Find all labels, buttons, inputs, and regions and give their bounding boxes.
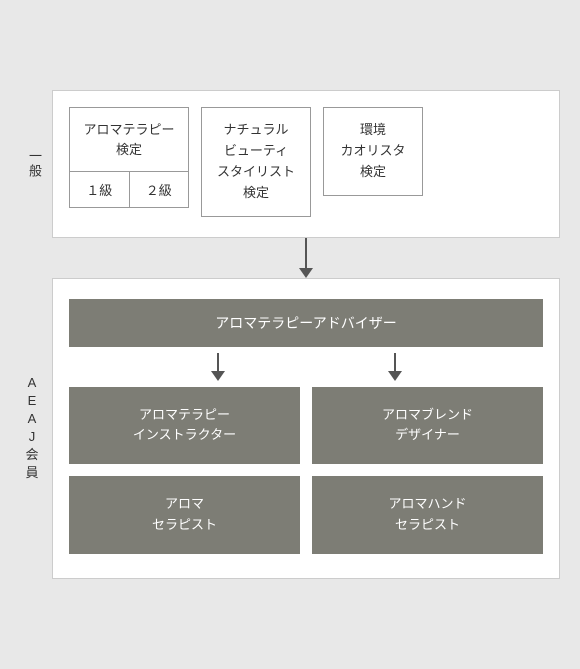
hand-therapist-box: アロマハンドセラピスト: [312, 476, 543, 554]
natural-beauty-box: ナチュラルビューティスタイリスト検定: [201, 107, 311, 216]
aeaj-char-J: J: [29, 428, 36, 446]
aeaj-char-A1: A: [28, 374, 37, 392]
aromatherapy-kentei-box: アロマテラピー検定 １級 ２級: [69, 107, 189, 208]
advisor-box: アロマテラピーアドバイザー: [69, 299, 543, 347]
arrow-line: [305, 238, 307, 268]
general-panel: アロマテラピー検定 １級 ２級 ナチュラルビューティスタイリスト検定 環境カオリ…: [52, 90, 560, 237]
arrow-line-left: [217, 353, 219, 371]
two-arrows: [69, 353, 543, 381]
arrow-left: [211, 353, 225, 381]
general-boxes: アロマテラピー検定 １級 ２級 ナチュラルビューティスタイリスト検定 環境カオリ…: [69, 107, 543, 216]
arrow-right: [388, 353, 402, 381]
section-arrow: [299, 238, 313, 278]
arrow-head: [299, 268, 313, 278]
arrow-head-right: [388, 371, 402, 381]
aeaj-label: A E A J 会 員: [20, 374, 44, 483]
general-label: 一般: [20, 149, 44, 179]
arrow-line-right: [394, 353, 396, 371]
aeaj-panel: アロマテラピーアドバイザー アロマテラピーインストラクター アロマブレンドデザイ…: [52, 278, 560, 579]
therapist-row: アロマセラピスト アロマハンドセラピスト: [69, 476, 543, 554]
kankyo-box: 環境カオリスタ検定: [323, 107, 423, 195]
aeaj-char-E: E: [28, 392, 37, 410]
aeaj-char-A2: A: [28, 410, 37, 428]
arrow-head-left: [211, 371, 225, 381]
grade-2: ２級: [130, 172, 189, 207]
general-section: 一般 アロマテラピー検定 １級 ２級 ナチュラルビューティスタイリスト検定 環境…: [20, 90, 560, 237]
aeaj-section: A E A J 会 員 アロマテラピーアドバイザー: [20, 278, 560, 579]
aeaj-char-in: 員: [25, 464, 38, 482]
aeaj-char-kai: 会: [25, 446, 38, 464]
main-container: 一般 アロマテラピー検定 １級 ２級 ナチュラルビューティスタイリスト検定 環境…: [20, 90, 560, 578]
instructor-designer-row: アロマテラピーインストラクター アロマブレンドデザイナー: [69, 387, 543, 465]
blend-designer-box: アロマブレンドデザイナー: [312, 387, 543, 465]
therapist-box: アロマセラピスト: [69, 476, 300, 554]
aromatherapy-kentei-title: アロマテラピー検定: [70, 108, 188, 172]
section-arrow-container: [20, 238, 560, 278]
grade-1: １級: [70, 172, 130, 207]
instructor-box: アロマテラピーインストラクター: [69, 387, 300, 465]
aromatherapy-grades: １級 ２級: [70, 172, 188, 207]
